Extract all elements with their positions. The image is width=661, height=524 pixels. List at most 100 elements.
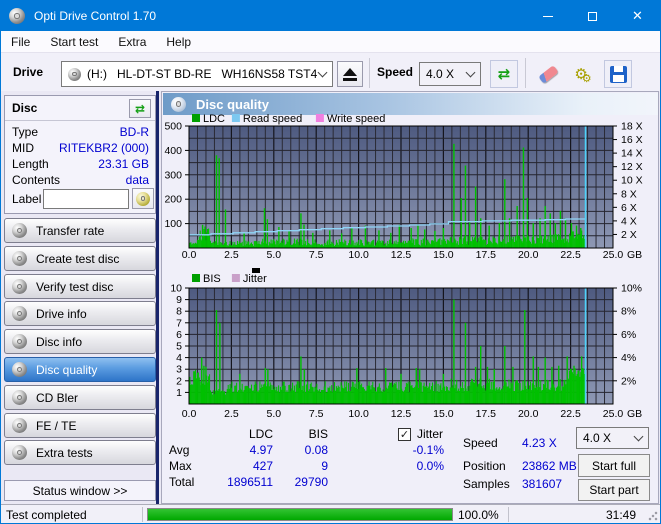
sidebar-item-fe-te[interactable]: FE / TE (4, 413, 156, 438)
disc-refresh-button[interactable]: ⇄ (129, 99, 151, 118)
svg-text:100: 100 (164, 218, 182, 230)
svg-text:12.5: 12.5 (391, 249, 412, 261)
sidebar-item-create-test-disc[interactable]: Create test disc (4, 246, 156, 271)
maximize-icon (588, 11, 597, 21)
menu-start-test[interactable]: Start test (40, 31, 108, 53)
close-button[interactable]: ✕ (615, 1, 660, 31)
disc-panel-title: Disc (12, 101, 38, 115)
svg-text:8%: 8% (621, 306, 636, 318)
jitter-checkbox[interactable]: ✓ (398, 428, 411, 441)
svg-text:14 X: 14 X (621, 148, 643, 160)
col-header-jitter: Jitter (417, 427, 444, 441)
svg-text:7: 7 (176, 317, 182, 329)
total-bis: 29790 (294, 475, 328, 489)
sidebar-item-extra-tests[interactable]: Extra tests (4, 440, 156, 465)
svg-text:GB: GB (627, 249, 642, 261)
disc-icon (12, 279, 27, 294)
drive-select[interactable]: (H:) HL-DT-ST BD-RE WH16NS58 TST4 (61, 61, 333, 87)
legend-marker (252, 268, 260, 273)
speed-select[interactable]: 4.0 X (419, 62, 481, 86)
svg-text:2.5: 2.5 (224, 408, 239, 420)
svg-text:10: 10 (170, 283, 182, 295)
disc-icon (12, 334, 27, 349)
svg-text:6%: 6% (621, 329, 636, 341)
max-jitter: 0.0% (416, 459, 444, 473)
sidebar-divider (156, 91, 159, 504)
window-controls: ✕ (525, 1, 660, 31)
svg-text:4: 4 (176, 352, 182, 364)
eraser-icon (537, 64, 559, 84)
svg-text:22.5: 22.5 (560, 408, 581, 420)
menu-bar: File Start test Extra Help (1, 31, 660, 53)
eject-button[interactable] (337, 61, 363, 87)
toolbar: Drive (H:) HL-DT-ST BD-RE WH16NS58 TST4 … (1, 53, 660, 91)
status-separator (142, 507, 143, 522)
max-ldc: 427 (252, 459, 273, 473)
chevron-down-icon (317, 67, 328, 78)
progress-bar (147, 508, 453, 521)
svg-text:200: 200 (164, 194, 182, 206)
resize-grip[interactable] (648, 511, 658, 521)
svg-text:6 X: 6 X (621, 202, 637, 214)
menu-file[interactable]: File (1, 31, 40, 53)
svg-text:25.0: 25.0 (603, 249, 624, 261)
start-full-button[interactable]: Start full (578, 454, 650, 477)
refresh-icon: ⇄ (134, 101, 146, 116)
test-speed-select[interactable]: 4.0 X (576, 427, 649, 449)
write-label-button[interactable] (132, 188, 154, 209)
speed-stat-label: Speed (463, 436, 498, 450)
svg-text:8 X: 8 X (621, 188, 637, 200)
sidebar-item-verify-test-disc[interactable]: Verify test disc (4, 274, 156, 299)
svg-text:10%: 10% (621, 283, 642, 295)
bis-chart: 12345678910 2% 4% 6% 8% 10% 0.0 2.5 5.0 7.5 10.0 12… (170, 268, 642, 420)
maximize-button[interactable] (570, 1, 615, 31)
svg-text:8: 8 (176, 306, 182, 318)
menu-extra[interactable]: Extra (108, 31, 156, 53)
close-icon: ✕ (632, 8, 643, 23)
svg-text:10.0: 10.0 (348, 408, 369, 420)
row-label-max: Max (169, 459, 192, 473)
sidebar-item-disc-quality[interactable]: Disc quality (4, 357, 156, 382)
refresh-icon: ⇄ (497, 64, 511, 83)
settings-button[interactable]: ⚙ ⚙ (569, 60, 597, 88)
speed-label: Speed (377, 65, 414, 79)
minimize-button[interactable] (525, 1, 570, 31)
speed-select-value: 4.0 X (426, 67, 455, 81)
sidebar-item-disc-info[interactable]: Disc info (4, 329, 156, 354)
svg-text:18 X: 18 X (621, 121, 643, 133)
save-button[interactable] (604, 60, 632, 88)
refresh-button[interactable]: ⇄ (490, 60, 518, 88)
col-header-ldc: LDC (248, 427, 273, 441)
menu-help[interactable]: Help (156, 31, 201, 53)
eject-icon (343, 67, 357, 81)
status-window-button[interactable]: Status window >> (4, 480, 156, 501)
panel-title: Disc quality (196, 96, 269, 112)
sidebar-item-cd-bler[interactable]: CD Bler (4, 385, 156, 410)
disc-icon (12, 251, 27, 266)
svg-text:0.0: 0.0 (182, 249, 197, 261)
svg-text:10.0: 10.0 (348, 249, 369, 261)
disc-icon (12, 418, 27, 433)
position-stat-label: Position (463, 459, 506, 473)
speed-stat-value: 4.23 X (522, 436, 557, 450)
label-input[interactable] (43, 189, 129, 209)
divider (5, 120, 155, 121)
drive-select-value: (H:) HL-DT-ST BD-RE WH16NS58 TST4 (87, 67, 318, 81)
drive-icon (68, 67, 81, 81)
svg-text:Jitter: Jitter (243, 273, 267, 285)
sidebar-item-transfer-rate[interactable]: Transfer rate (4, 218, 156, 243)
sidebar-item-drive-info[interactable]: Drive info (4, 301, 156, 326)
disc-panel: Disc ⇄ Type BD-R MID RITEKBR2 (000) Length… (4, 95, 156, 214)
disc-mid-row: MID RITEKBR2 (000) (12, 141, 149, 155)
ldc-chart: 100 200 300 400 500 2 X 4 X6 X 8 X10 X 12 X14 X 1… (164, 113, 643, 261)
disc-icon (12, 445, 27, 460)
progress-fill (148, 509, 452, 520)
drive-label: Drive (13, 65, 44, 79)
minimize-icon (542, 15, 553, 17)
position-stat-value: 23862 MB (522, 459, 577, 473)
total-ldc: 1896511 (227, 475, 273, 489)
svg-text:15.0: 15.0 (433, 408, 454, 420)
start-part-button[interactable]: Start part (578, 479, 650, 501)
erase-disc-button[interactable] (534, 60, 562, 88)
toolbar-separator (525, 58, 526, 88)
